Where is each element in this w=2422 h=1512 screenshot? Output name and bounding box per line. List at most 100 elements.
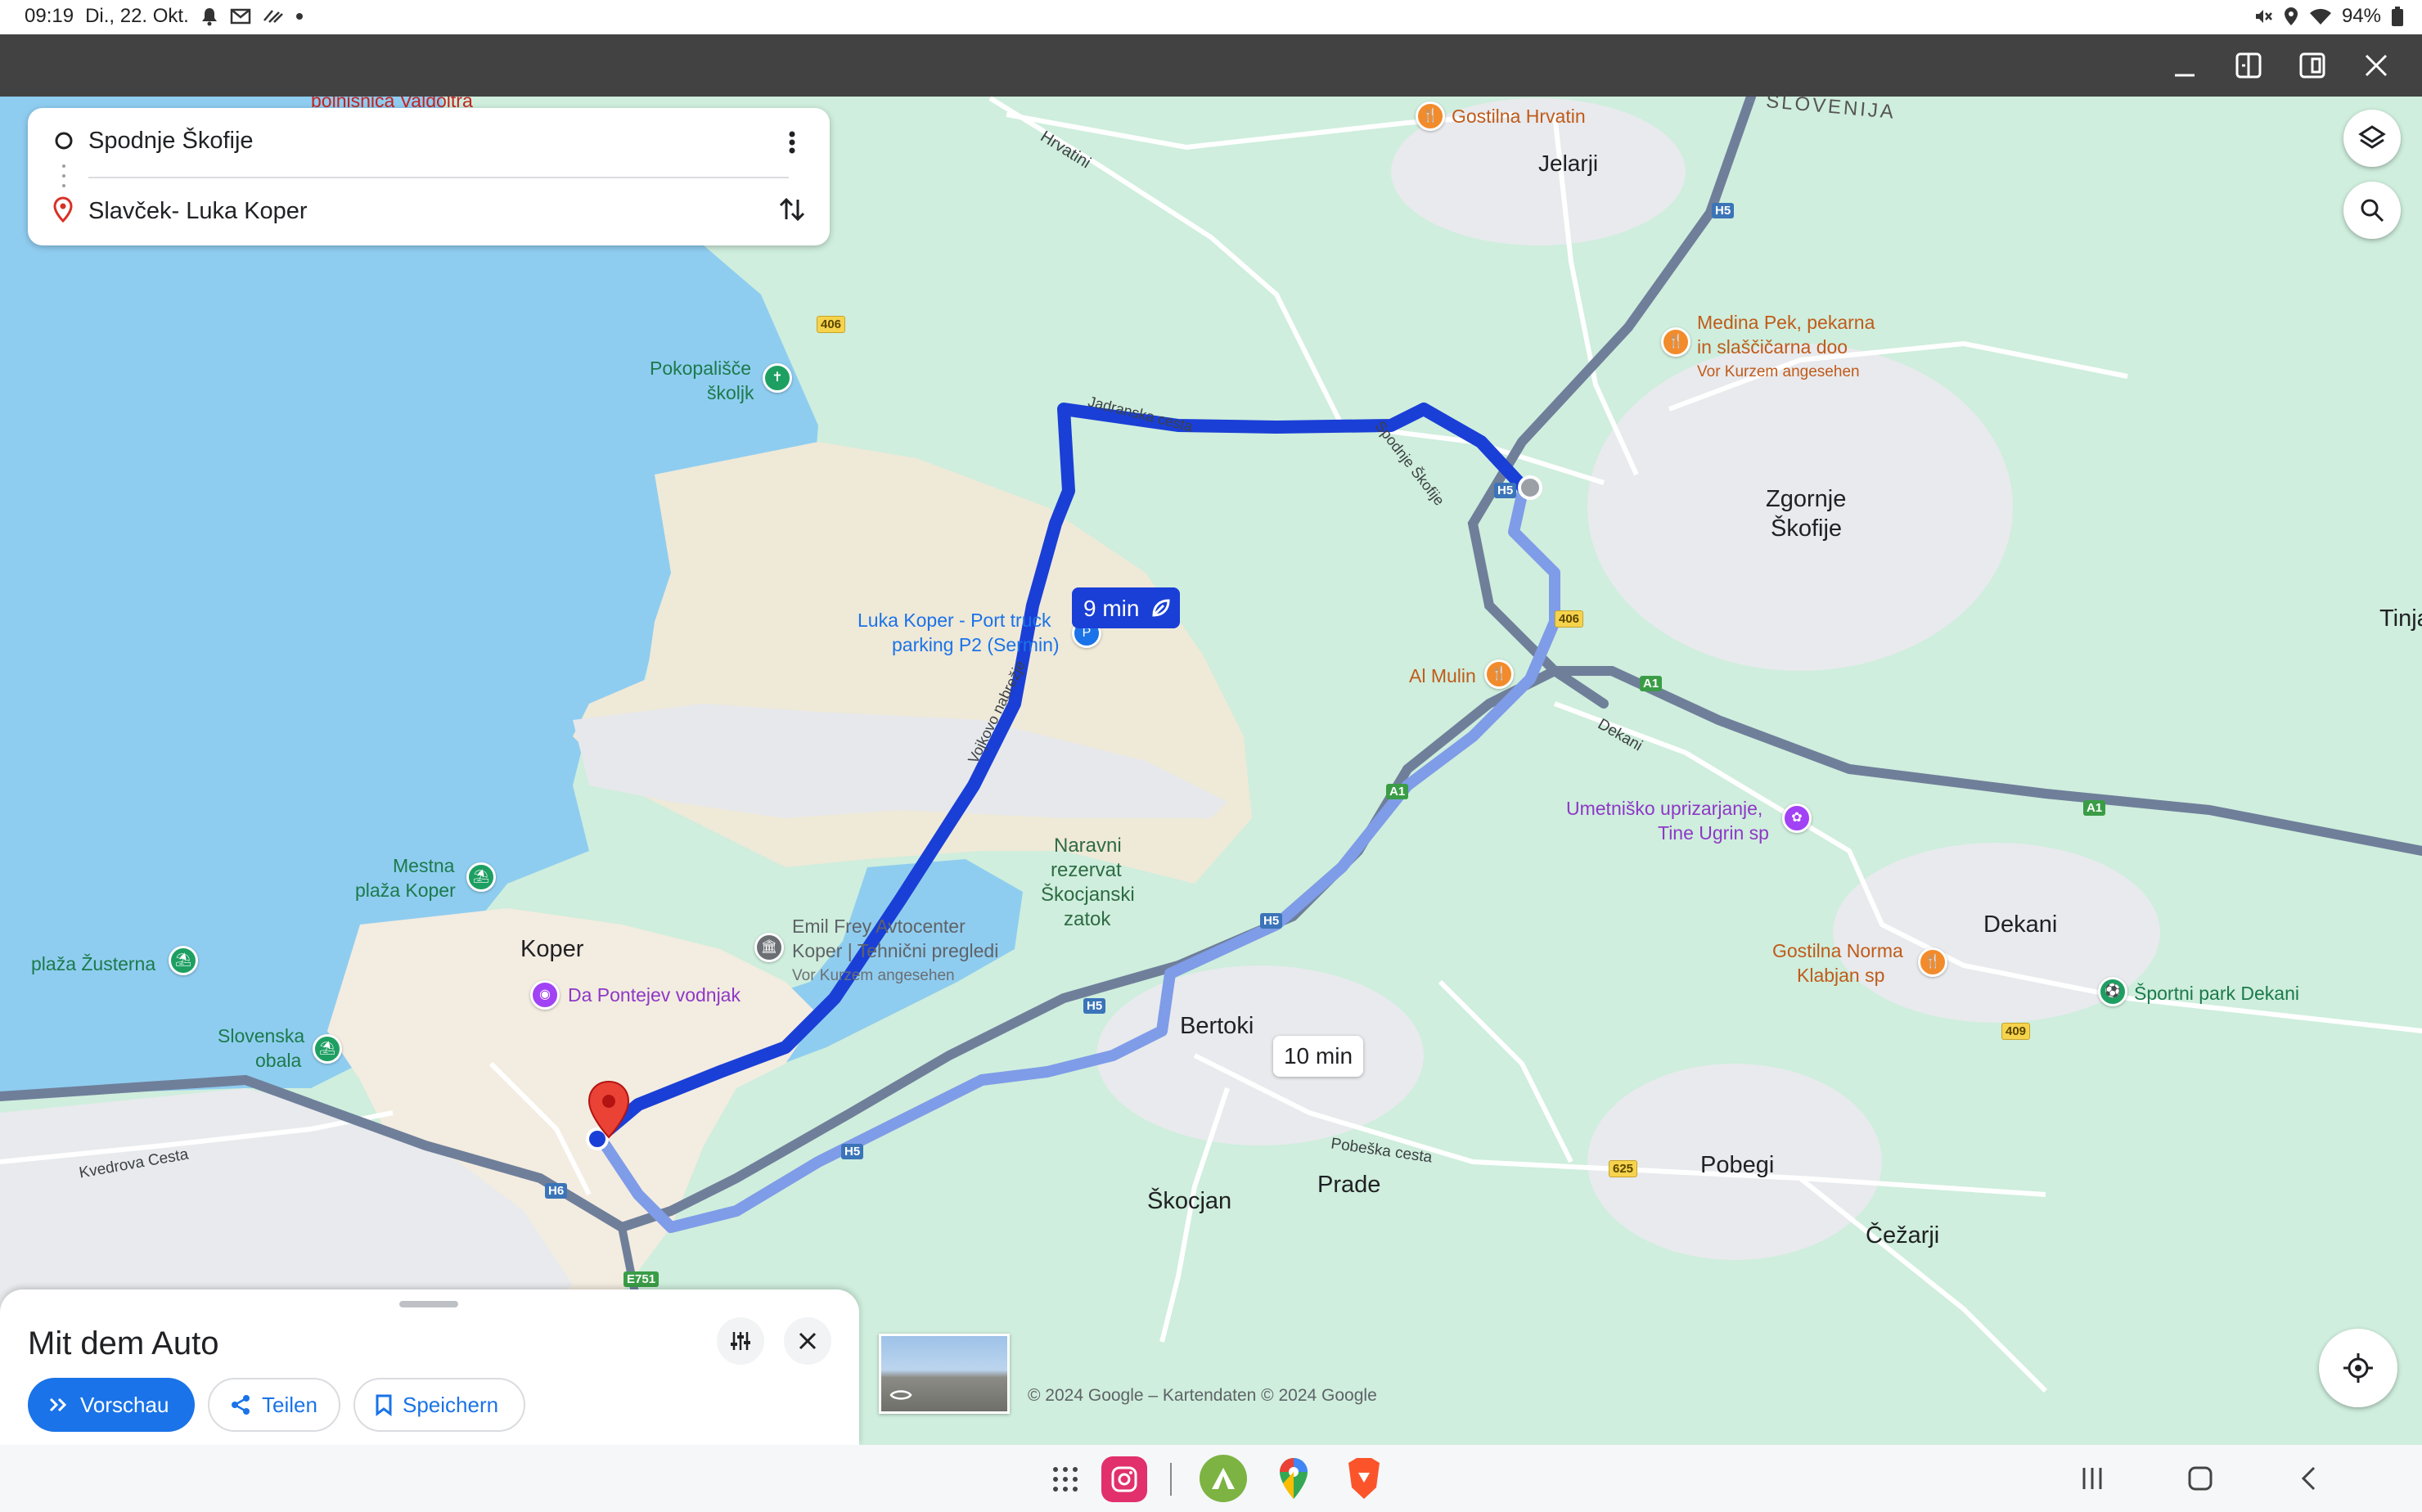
swap-icon[interactable] [776,193,808,226]
label-naravni-1: Naravni [1054,835,1122,857]
sync-icon [263,10,283,23]
beach-icon[interactable]: ⛱ [466,862,496,892]
label-zgornje-1: Zgornje [1766,486,1847,512]
poi-pokopalisce-1[interactable]: Pokopališče [650,357,751,380]
building-icon[interactable]: 🏛 [754,933,784,962]
label-zgornje-2: Škofije [1771,515,1843,542]
share-button[interactable]: Teilen [208,1378,340,1432]
brave-browser-icon[interactable] [1340,1455,1388,1502]
poi-emil-1[interactable]: Emil Frey Avtocenter [792,915,966,938]
origin-circle-icon [55,132,73,150]
sports-icon[interactable]: ⚽ [2098,977,2127,1006]
poi-emil-2[interactable]: Koper | Tehnični pregledi [792,939,998,963]
dot-icon [295,13,303,20]
back-icon[interactable] [2296,1465,2324,1492]
poi-mestna-2[interactable]: plaža Koper [355,879,456,902]
shield-h6: H6 [545,1183,568,1199]
poi-slovenska-2[interactable]: obala [255,1049,301,1073]
wifi-icon [2309,8,2331,25]
status-bar: 09:19 Di., 22. Okt. 94% [0,0,2422,34]
poi-pokopalisce-2[interactable]: školjk [707,381,754,405]
restaurant-icon[interactable]: 🍴 [1661,327,1690,357]
layers-button[interactable] [2343,110,2401,167]
poi-norma-1[interactable]: Gostilna Norma [1772,939,1903,963]
crosshair-icon [2343,1353,2373,1383]
more-options-icon[interactable] [782,126,802,159]
poi-zusterna[interactable]: plaža Žusterna [31,952,155,976]
poi-slovenska-1[interactable]: Slovenska [218,1024,304,1048]
save-button[interactable]: Speichern [353,1378,525,1432]
label-koper: Koper [520,936,584,962]
arts-icon[interactable]: ✿ [1782,803,1812,833]
minimize-icon[interactable] [2168,49,2201,82]
popup-view-icon[interactable] [2296,49,2329,82]
poi-luka-1[interactable]: Luka Koper - Port truck [858,609,1051,632]
status-date: Di., 22. Okt. [85,5,189,27]
split-view-icon[interactable] [2232,49,2265,82]
poi-umetnisko-2[interactable]: Tine Ugrin sp [1658,821,1769,845]
poi-luka-2[interactable]: parking P2 (Sermin) [892,633,1060,657]
sheet-title: Mit dem Auto [28,1325,219,1361]
beach-icon[interactable]: ⛱ [169,946,198,975]
label-naravni-3: Škocjanski [1041,884,1135,906]
route-time-primary[interactable]: 9 min [1072,587,1180,628]
restaurant-icon[interactable]: 🍴 [1918,947,1947,977]
camping-app-icon[interactable] [1200,1455,1247,1502]
layers-icon [2358,125,2386,149]
label-bertoki: Bertoki [1180,1013,1254,1039]
origin-input[interactable]: Spodnje Škofije [88,128,254,155]
street-view-thumbnail[interactable] [879,1334,1010,1414]
label-prade: Prade [1317,1172,1381,1198]
battery-text: 94% [2341,5,2381,27]
window-title-bar [0,34,2422,97]
origin-marker [1518,475,1542,500]
landmark-icon[interactable]: ◉ [530,980,560,1010]
app-drawer-icon[interactable] [1051,1465,1080,1494]
map-copyright: © 2024 Google – Kartendaten © 2024 Googl… [1028,1386,1377,1405]
google-maps-icon[interactable] [1270,1455,1317,1502]
poi-medina-2[interactable]: in slaščičarna doo [1697,335,1848,359]
poi-gostilna-hrvatin[interactable]: Gostilna Hrvatin [1452,105,1586,128]
shield-h5: H5 [1712,203,1735,218]
route-dots-icon [62,164,65,187]
poi-sportni-park[interactable]: Športni park Dekani [2134,982,2299,1006]
map-canvas[interactable]: bolnišnica Valdoltra SLOVENIJA Jelarji H… [0,97,2422,1445]
battery-icon [2392,7,2403,26]
close-icon[interactable] [2360,49,2393,82]
route-time-alternative[interactable]: 10 min [1273,1036,1363,1077]
restaurant-icon[interactable]: 🍴 [1416,101,1445,131]
poi-medina-1[interactable]: Medina Pek, pekarna [1697,311,1875,335]
cemetery-icon[interactable]: ✝ [763,363,792,393]
poi-al-mulin[interactable]: Al Mulin [1409,664,1476,688]
bookmark-icon [376,1394,392,1416]
shield-h5: H5 [1494,483,1517,498]
label-naravni-4: zatok [1064,908,1111,930]
destination-input[interactable]: Slavček- Luka Koper [88,198,308,225]
system-nav-bar [0,1445,2422,1512]
double-chevron-icon [49,1397,67,1412]
my-location-button[interactable] [2319,1329,2397,1407]
poi-mestna-1[interactable]: Mestna [393,854,454,878]
preview-button[interactable]: Vorschau [28,1378,195,1432]
poi-norma-2[interactable]: Klabjan sp [1797,964,1884,988]
preview-label: Vorschau [80,1392,169,1417]
search-button[interactable] [2343,182,2401,239]
shield-h5: H5 [1260,913,1283,929]
beach-icon[interactable]: ⛱ [313,1034,342,1064]
home-icon[interactable] [2186,1465,2214,1492]
route-options-button[interactable] [717,1317,764,1365]
shield-a1: A1 [1640,676,1663,691]
close-directions-button[interactable] [784,1317,831,1365]
label-tinja: Tinja [2379,605,2422,632]
instagram-icon[interactable] [1101,1456,1147,1502]
restaurant-icon[interactable]: 🍴 [1484,659,1514,689]
poi-pontejev[interactable]: Da Pontejev vodnjak [568,983,741,1007]
recents-icon[interactable] [2078,1465,2106,1492]
label-skocjan: Škocjan [1147,1188,1232,1214]
shield-h5: H5 [841,1144,864,1159]
search-icon [2361,199,2384,223]
shield-h5: H5 [1083,998,1106,1014]
poi-umetnisko-1[interactable]: Umetniško uprizarjanje, [1566,797,1762,821]
sheet-drag-handle[interactable] [399,1301,458,1307]
shield-406: 406 [817,316,846,333]
